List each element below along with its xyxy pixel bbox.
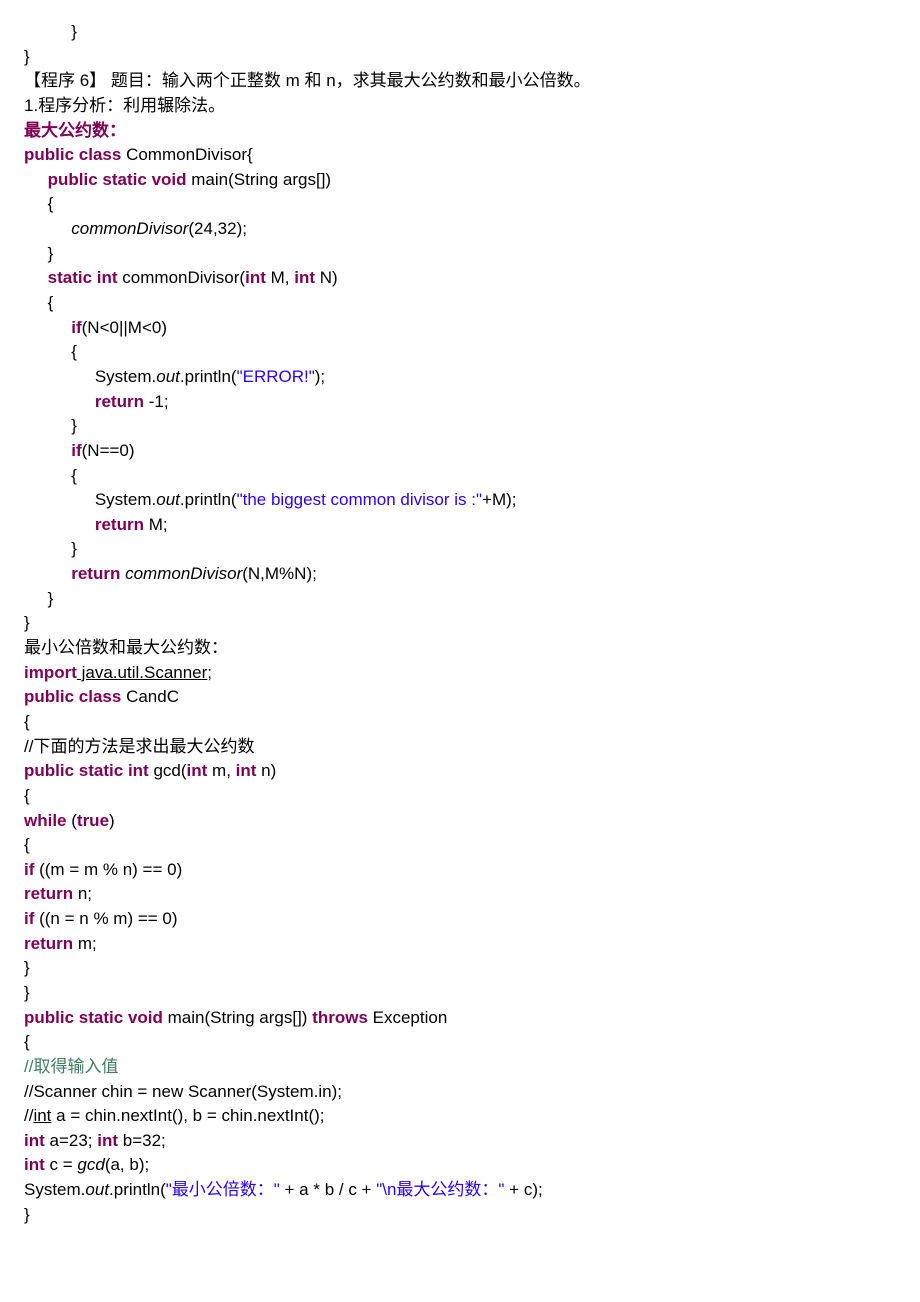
analysis-text: 1.程序分析：利用辗除法。: [24, 94, 896, 119]
section-header-gcd: 最大公约数：: [24, 119, 896, 144]
closing-brace-2: }: [24, 45, 896, 70]
section-header-lcm: 最小公倍数和最大公约数：: [24, 636, 896, 661]
closing-brace-1: }: [24, 20, 896, 45]
code-block-2: import java.util.Scanner; public class C…: [24, 661, 896, 1228]
program-title: 【程序 6】 题目：输入两个正整数 m 和 n，求其最大公约数和最小公倍数。: [24, 69, 896, 94]
code-block-1: public class CommonDivisor{ public stati…: [24, 143, 896, 636]
